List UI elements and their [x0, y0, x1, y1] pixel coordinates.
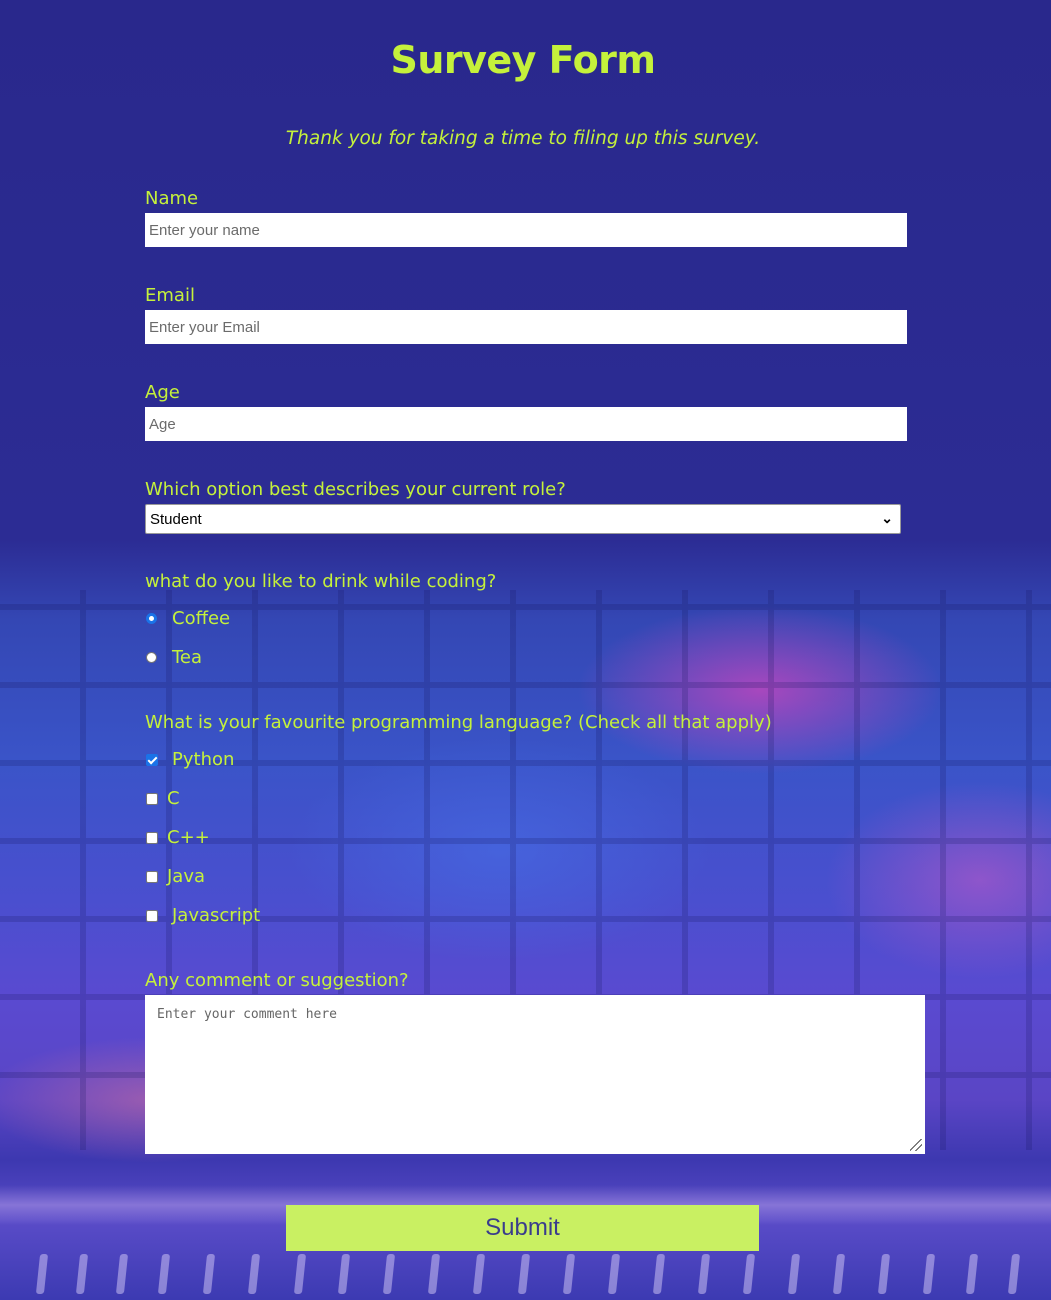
coffee-radio[interactable] [146, 613, 157, 624]
c-label: C [167, 788, 180, 809]
age-label: Age [145, 382, 180, 403]
c-checkbox[interactable] [146, 793, 158, 805]
survey-form: Survey Form Thank you for taking a time … [0, 0, 1051, 1300]
coffee-label: Coffee [172, 608, 231, 629]
name-input[interactable] [145, 213, 907, 247]
chevron-down-icon: ⌄ [881, 510, 893, 526]
java-label: Java [167, 866, 206, 887]
python-checkbox[interactable] [146, 754, 158, 766]
name-label: Name [145, 188, 199, 209]
page-title: Survey Form [390, 38, 656, 82]
python-label: Python [172, 749, 235, 770]
resize-handle-icon[interactable] [910, 1139, 922, 1151]
age-input[interactable] [145, 407, 907, 441]
cpp-checkbox[interactable] [146, 832, 158, 844]
tea-radio[interactable] [146, 652, 157, 663]
comment-label: Any comment or suggestion? [145, 970, 409, 991]
comment-textarea[interactable] [145, 995, 925, 1154]
javascript-label: Javascript [172, 905, 261, 926]
role-select[interactable]: Student ⌄ [145, 504, 901, 534]
email-input[interactable] [145, 310, 907, 344]
drink-question: what do you like to drink while coding? [145, 571, 497, 592]
page-description: Thank you for taking a time to filing up… [285, 128, 761, 149]
email-label: Email [145, 285, 195, 306]
role-selected-value: Student [150, 511, 202, 528]
language-question: What is your favourite programming langu… [145, 712, 772, 733]
submit-button[interactable]: Submit [286, 1205, 759, 1251]
javascript-checkbox[interactable] [146, 910, 158, 922]
tea-label: Tea [172, 647, 203, 668]
role-label: Which option best describes your current… [145, 479, 566, 500]
java-checkbox[interactable] [146, 871, 158, 883]
cpp-label: C++ [167, 827, 210, 848]
